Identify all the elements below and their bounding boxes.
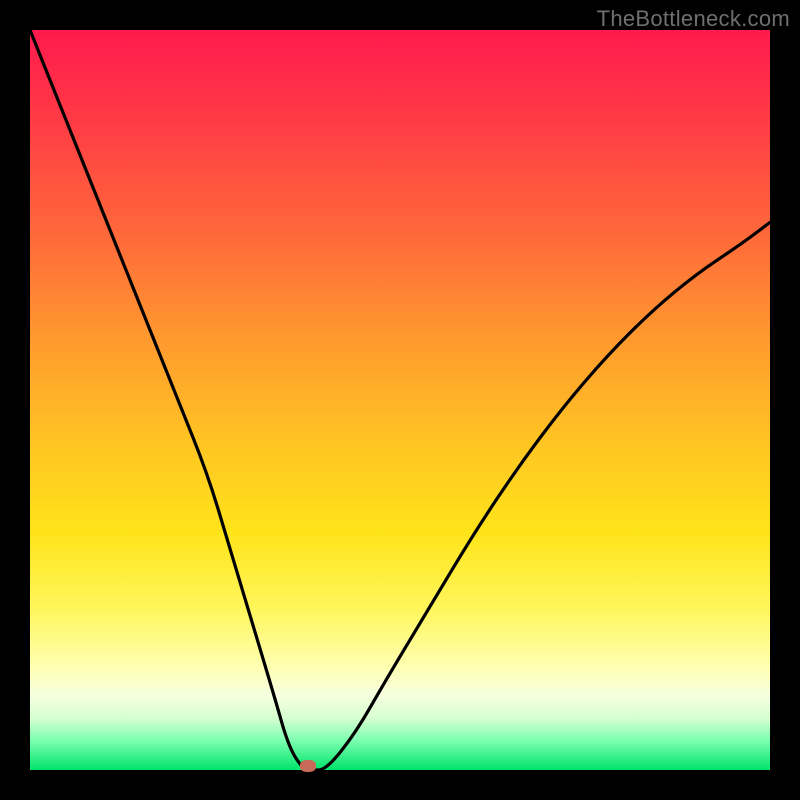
bottleneck-curve-path [30, 30, 770, 770]
chart-frame: TheBottleneck.com [0, 0, 800, 800]
plot-area [30, 30, 770, 770]
watermark-text: TheBottleneck.com [597, 6, 790, 32]
curve-layer [30, 30, 770, 770]
optimum-marker [300, 760, 316, 772]
